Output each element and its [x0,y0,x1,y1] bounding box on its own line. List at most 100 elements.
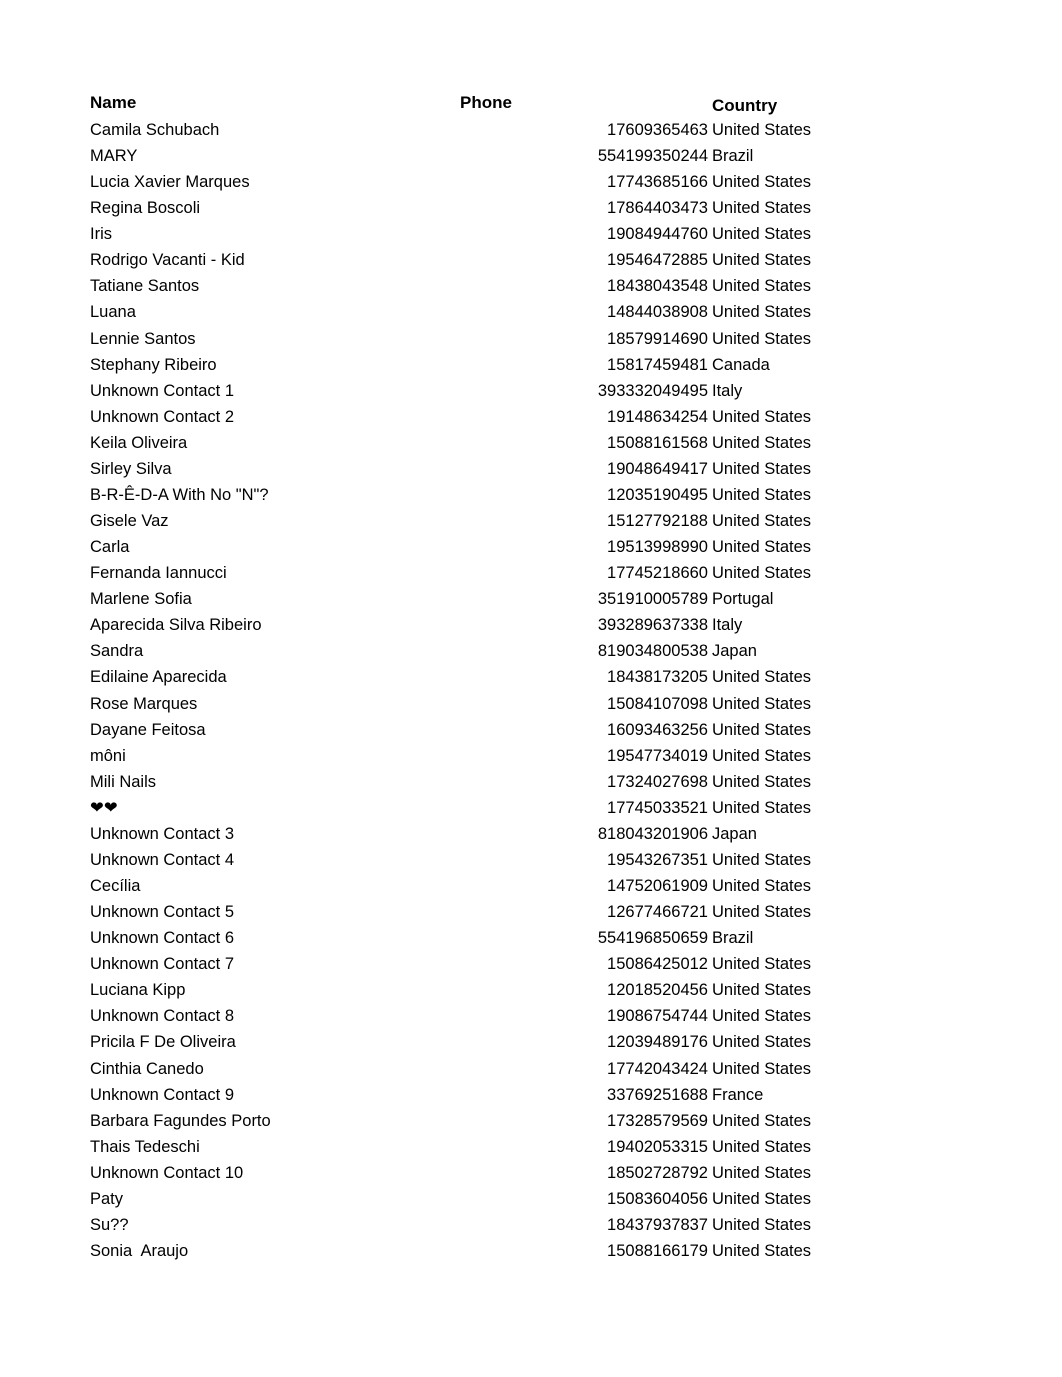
contact-phone: 19513998990 [607,538,708,557]
contact-phone: 17745218660 [607,564,708,583]
contact-name: Unknown Contact 10 [90,1163,244,1182]
table-row: Su?? 18437937837 United States [0,1214,1062,1236]
contact-name: Cecília [90,877,141,896]
table-row: Paty 15083604056 United States [0,1188,1062,1210]
contact-country: United States [712,251,812,270]
table-row: Lucia Xavier Marques 17743685166 United St… [0,171,1062,193]
contact-country: United States [712,1007,812,1026]
contact-phone: 18502728792 [607,1163,708,1182]
contact-name: Barbara Fagundes Porto [90,1111,271,1130]
contact-country: Brazil [712,147,754,166]
contact-name: Sirley Silva [90,459,172,478]
contact-phone: 17742043424 [607,1059,708,1078]
header-phone: Phone [460,93,512,112]
table-row: Rodrigo Vacanti - Kid 19546472885 United S… [0,249,1062,271]
table-row: Sonia Araujo 15088166179 United States [0,1240,1062,1262]
contact-name: Unknown Contact 3 [90,824,234,843]
contact-name: Regina Boscoli [90,199,201,218]
table-row: Unknown Contact 9 33769251688 France [0,1084,1062,1106]
contact-phone: 19402053315 [607,1137,708,1156]
contact-country: Italy [712,381,743,400]
contact-country: United States [712,694,812,713]
table-row: Tatiane Santos 18438043548 United States [0,275,1062,297]
table-row: Unknown Contact 10 18502728792 United Stat… [0,1162,1062,1184]
table-row: Luciana Kipp 12018520456 United States [0,979,1062,1001]
table-row: Pricila F De Oliveira 12039489176 United S… [0,1031,1062,1053]
contact-name: Cinthia Canedo [90,1059,204,1078]
table-row: Fernanda Iannucci 17745218660 United State… [0,562,1062,584]
contact-name: Aparecida Silva Ribeiro [90,616,262,635]
contact-phone: 17609365463 [607,121,708,139]
table-row: Carla 19513998990 United States [0,536,1062,558]
contact-phone: 15088161568 [607,433,708,452]
contact-country: United States [712,512,812,531]
contact-country: United States [712,121,812,139]
contact-name: Rodrigo Vacanti - Kid [90,251,245,270]
contact-phone: 18438173205 [607,668,708,687]
table-row: Barbara Fagundes Porto 17328579569 United … [0,1110,1062,1132]
table-row: Aparecida Silva Ribeiro 393289637338 Italy [0,614,1062,636]
contact-country: United States [712,668,812,687]
table-row: Luana 14844038908 United States [0,301,1062,323]
contact-country: United States [712,173,812,192]
contact-phone: 18438043548 [607,277,708,296]
table-row: Unknown Contact 4 19543267351 United State… [0,849,1062,871]
contact-name: Unknown Contact 9 [90,1085,234,1104]
contact-phone: 17745033521 [607,798,708,817]
contact-name: Unknown Contact 5 [90,903,234,922]
contact-country: Canada [712,355,770,374]
contact-phone: 17328579569 [607,1111,708,1130]
contact-name: Paty [90,1189,124,1208]
contact-name: ❤❤ [90,798,118,817]
contact-phone: 12039489176 [607,1033,708,1052]
contact-name: Sonia Araujo [90,1242,189,1260]
contact-phone: 12018520456 [607,981,708,1000]
contact-phone: 554199350244 [597,147,708,166]
contact-phone: 19543267351 [607,850,708,869]
table-row: Thais Tedeschi 19402053315 United States [0,1136,1062,1158]
contact-phone: 12035190495 [607,485,708,504]
contact-country: United States [712,720,812,739]
table-row: Unknown Contact 3 818043201906 Japan [0,823,1062,845]
contact-country: United States [712,903,812,922]
contact-name: Thais Tedeschi [90,1137,200,1156]
table-row: Camila Schubach 17609365463 United States [0,119,1062,141]
contact-country: United States [712,564,812,583]
contact-name: môni [90,746,126,765]
contact-country: United States [712,538,812,557]
contact-country: United States [712,459,812,478]
table-row: Unknown Contact 8 19086754744 United State… [0,1005,1062,1027]
contact-country: United States [712,433,812,452]
contact-country: United States [712,1163,812,1182]
contact-country: United States [712,1059,812,1078]
contact-name: Lennie Santos [90,329,196,348]
table-row: Unknown Contact 5 12677466721 United State… [0,901,1062,923]
contact-country: United States [712,277,812,296]
contact-name: MARY [90,147,138,166]
contact-phone: 33769251688 [607,1085,708,1104]
table-row: Cecília 14752061909 United States [0,875,1062,897]
contact-phone: 818043201906 [597,824,708,843]
table-row: Marlene Sofia 351910005789 Portugal [0,588,1062,610]
contact-name: Unknown Contact 2 [90,407,234,426]
header-country: Country [712,96,778,115]
contact-phone: 19084944760 [607,225,708,244]
contact-name: Iris [90,225,112,244]
contact-name: Edilaine Aparecida [90,668,227,687]
contact-phone: 19148634254 [607,407,708,426]
contact-name: Camila Schubach [90,121,220,139]
table-row: Regina Boscoli 17864403473 United States [0,197,1062,219]
contact-country: Italy [712,616,743,635]
table-row: Cinthia Canedo 17742043424 United States [0,1058,1062,1080]
contact-phone: 17864403473 [607,199,708,218]
contact-name: Luciana Kipp [90,981,186,1000]
contact-phone: 14752061909 [607,877,708,896]
table-row: B-R-Ê-D-A With No "N"? 12035190495 United … [0,484,1062,506]
contact-country: United States [712,303,812,322]
contact-name: Gisele Vaz [90,512,169,531]
contact-country: United States [712,199,812,218]
contact-country: Portugal [712,590,774,609]
contact-name: Unknown Contact 1 [90,381,234,400]
contact-phone: 393332049495 [597,381,708,400]
contact-phone: 12677466721 [607,903,708,922]
